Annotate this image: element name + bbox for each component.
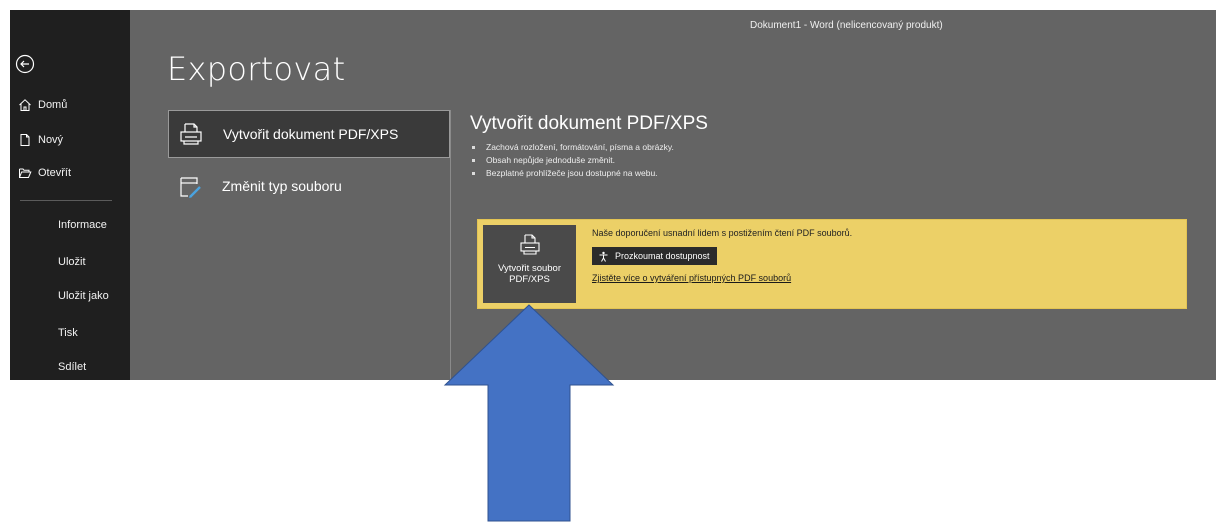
sidebar-item-label: Otevřít — [38, 167, 72, 179]
sidebar-item-save[interactable]: Uložit — [10, 249, 130, 275]
accessibility-banner: Vytvořit soubor PDF/XPS Naše doporučení … — [477, 219, 1187, 309]
new-document-icon — [20, 134, 30, 146]
option-label: Změnit typ souboru — [222, 178, 342, 194]
open-folder-icon — [19, 168, 32, 178]
detail-bullet-list: Zachová rozložení, formátování, písma a … — [470, 141, 1190, 180]
backstage-sidebar: Domů Nový Otevřít Informace Uložit Uloži… — [10, 10, 130, 380]
sidebar-item-new[interactable]: Nový — [10, 127, 130, 153]
detail-bullet: Obsah nepůjde jednoduše změnit. — [470, 154, 1190, 167]
sidebar-item-open[interactable]: Otevřít — [10, 160, 130, 186]
detail-bullet: Bezplatné prohlížeče jsou dostupné na we… — [470, 167, 1190, 180]
sidebar-item-save-as[interactable]: Uložit jako — [10, 283, 130, 309]
home-icon — [19, 99, 31, 111]
sidebar-item-label: Nový — [38, 134, 64, 146]
sidebar-item-print[interactable]: Tisk — [10, 320, 130, 346]
pdf-document-icon — [519, 234, 540, 255]
sidebar-item-label: Domů — [38, 99, 68, 111]
export-detail-panel: Vytvořit dokument PDF/XPS Zachová rozlož… — [470, 113, 1190, 180]
sidebar-item-info[interactable]: Informace — [10, 212, 130, 238]
sidebar-item-home[interactable]: Domů — [10, 92, 130, 118]
sidebar-item-label: Uložit jako — [58, 290, 109, 302]
explore-accessibility-button[interactable]: Prozkoumat dostupnost — [592, 247, 717, 265]
word-backstage-window: Domů Nový Otevřít Informace Uložit Uloži… — [10, 10, 1216, 380]
accessibility-recommendation: Naše doporučení usnadní lidem s postižen… — [592, 228, 853, 238]
accessibility-check-icon — [599, 251, 608, 262]
sidebar-item-label: Sdílet — [58, 361, 87, 373]
window-title: Dokument1 - Word (nelicencovaný produkt) — [750, 20, 943, 31]
sidebar-divider — [20, 200, 112, 201]
create-pdf-xps-button[interactable]: Vytvořit soubor PDF/XPS — [483, 225, 576, 303]
pdf-document-icon — [180, 123, 202, 145]
sidebar-item-label: Tisk — [58, 327, 78, 339]
sidebar-item-label: Informace — [58, 219, 107, 231]
option-change-file-type[interactable]: Změnit typ souboru — [168, 162, 450, 210]
back-arrow-icon — [15, 54, 35, 74]
sidebar-item-label: Uložit — [58, 256, 86, 268]
sidebar-item-share[interactable]: Sdílet — [10, 354, 130, 380]
option-label: Vytvořit dokument PDF/XPS — [223, 126, 399, 142]
export-options-list: Vytvořit dokument PDF/XPS Změnit typ sou… — [168, 110, 451, 380]
option-create-pdf-xps[interactable]: Vytvořit dokument PDF/XPS — [168, 110, 450, 158]
create-button-label-line2: PDF/XPS — [509, 274, 550, 285]
accessibility-button-label: Prozkoumat dostupnost — [615, 251, 710, 261]
detail-bullet: Zachová rozložení, formátování, písma a … — [470, 141, 1190, 154]
change-file-type-icon — [180, 177, 201, 198]
create-button-label-line1: Vytvořit soubor — [497, 263, 561, 274]
detail-heading: Vytvořit dokument PDF/XPS — [470, 113, 708, 134]
back-button[interactable] — [14, 53, 38, 77]
page-title: Exportovat — [167, 50, 346, 88]
learn-accessible-pdf-link[interactable]: Zjistěte více o vytváření přístupných PD… — [592, 273, 791, 283]
